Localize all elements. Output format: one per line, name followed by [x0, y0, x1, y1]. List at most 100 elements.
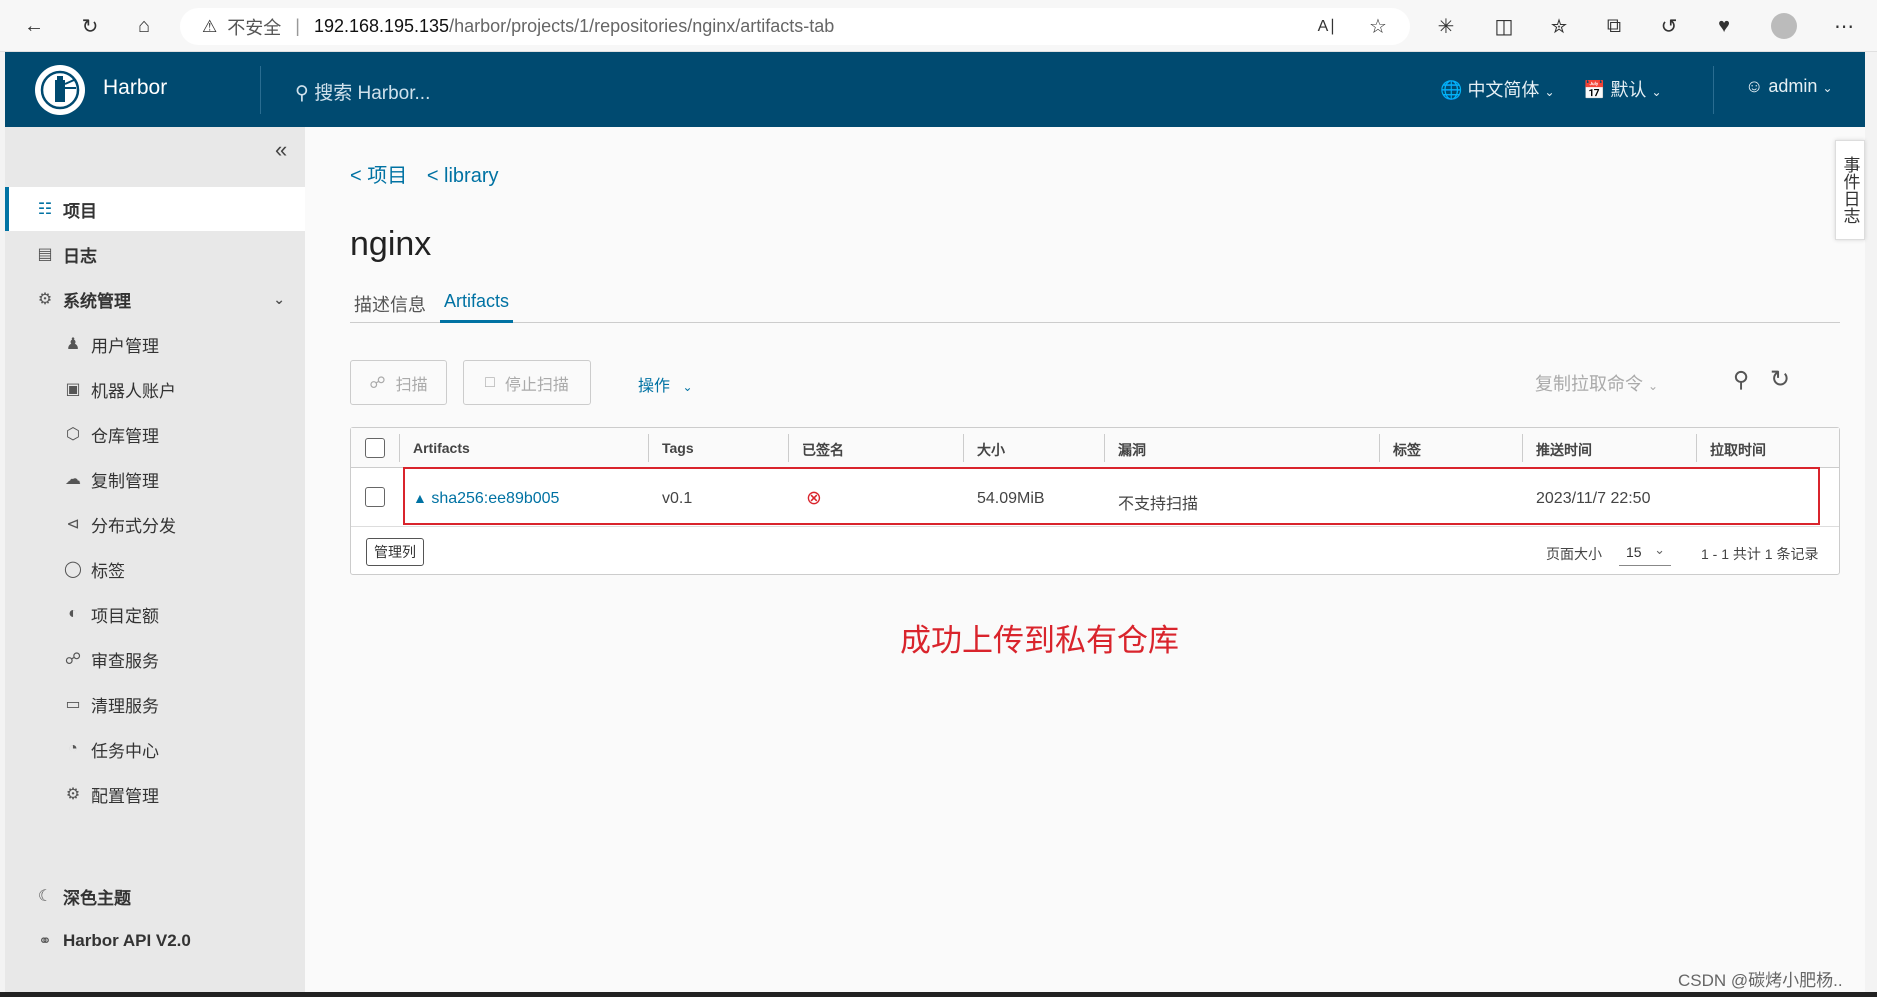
read-aloud-icon[interactable]: A∣: [1313, 12, 1341, 40]
url-host: 192.168.195.135: [313, 16, 450, 36]
collections-icon[interactable]: ⧉: [1600, 12, 1628, 40]
main-content: < 项目 < library nginx 描述信息 Artifacts ☍ 扫描…: [305, 127, 1865, 992]
projects-icon: ☷: [37, 201, 53, 218]
stop-scan-label: 停止扫描: [504, 376, 569, 394]
date-format-label: 默认: [1610, 80, 1647, 100]
sidebar-item-project-quotas[interactable]: ◐ 项目定额: [5, 592, 305, 636]
event-log-panel-tab[interactable]: 事件日志: [1835, 140, 1865, 240]
row-separator: [351, 526, 1839, 527]
home-icon[interactable]: ⌂: [130, 12, 158, 40]
col-vulnerabilities[interactable]: 漏洞: [1118, 440, 1146, 460]
split-screen-icon[interactable]: ◫: [1490, 12, 1518, 40]
col-artifacts[interactable]: Artifacts: [413, 440, 470, 456]
column-separator: [1522, 434, 1523, 462]
sidebar-item-users[interactable]: ♟ 用户管理: [5, 322, 305, 366]
chevron-down-icon: ⌄: [1648, 379, 1659, 393]
insecure-label: 不安全: [227, 17, 282, 38]
admin-icon: ⚙: [37, 291, 53, 308]
manage-columns-button[interactable]: 管理列: [366, 538, 424, 566]
sidebar-item-replications[interactable]: ☁ 复制管理: [5, 457, 305, 501]
sidebar-item-job-service[interactable]: ◔ 任务中心: [5, 727, 305, 771]
history-icon[interactable]: ↺: [1655, 12, 1683, 40]
column-separator: [963, 434, 964, 462]
brand-name[interactable]: Harbor: [103, 76, 167, 100]
profile-avatar-icon[interactable]: [1770, 12, 1798, 40]
column-separator: [648, 434, 649, 462]
col-size[interactable]: 大小: [977, 440, 1005, 460]
chevron-down-icon: ⌄: [1822, 81, 1833, 95]
page-size-select[interactable]: 15 ⌄: [1619, 538, 1671, 566]
breadcrumb-projects[interactable]: < 项目: [350, 165, 407, 187]
sidebar-item-distributions[interactable]: ⊲ 分布式分发: [5, 502, 305, 546]
chevron-down-icon: ⌄: [1544, 85, 1555, 99]
api-icon: ⚭: [38, 933, 52, 950]
refresh-icon[interactable]: ↻: [76, 12, 104, 40]
url-separator: |: [295, 16, 300, 36]
col-tags[interactable]: Tags: [662, 440, 694, 456]
chevron-down-icon: ⌄: [1654, 542, 1665, 557]
sidebar-item-label: 日志: [63, 246, 97, 266]
sidebar-item-projects[interactable]: ☷ 项目: [5, 187, 305, 231]
sidebar-item-label: 配置管理: [91, 786, 159, 806]
column-separator: [788, 434, 789, 462]
date-format-selector[interactable]: 📅 默认 ⌄: [1583, 76, 1662, 102]
sidebar-item-administration[interactable]: ⚙ 系统管理 ⌄: [5, 277, 305, 321]
sidebar-item-logs[interactable]: ▤ 日志: [5, 232, 305, 276]
dashboard-icon: ◔: [68, 740, 78, 757]
sidebar-item-configuration[interactable]: ⚙ 配置管理: [5, 772, 305, 816]
col-labels[interactable]: 标签: [1393, 440, 1421, 460]
sidebar-item-registries[interactable]: ⬡ 仓库管理: [5, 412, 305, 456]
sidebar-item-label: 仓库管理: [91, 426, 159, 446]
table-search-icon[interactable]: ⚲: [1733, 367, 1749, 393]
harbor-api-link[interactable]: ⚭ Harbor API V2.0: [5, 919, 305, 963]
favorite-star-icon[interactable]: ☆: [1364, 12, 1392, 40]
copy-pull-label: 复制拉取命令: [1535, 374, 1643, 394]
language-selector[interactable]: 🌐 中文简体 ⌄: [1440, 76, 1555, 102]
sidebar-item-clean-up[interactable]: ▭ 清理服务: [5, 682, 305, 726]
table-header: Artifacts Tags 已签名 大小 漏洞 标签 推送时间 拉取时间: [351, 428, 1839, 468]
health-icon[interactable]: ♥: [1710, 12, 1738, 40]
sidebar-item-label: 复制管理: [91, 471, 159, 491]
favorites-icon[interactable]: ✮: [1545, 12, 1573, 40]
harbor-logo-icon[interactable]: [35, 65, 85, 115]
scan-button[interactable]: ☍ 扫描: [350, 360, 447, 405]
sidebar-item-labels[interactable]: ◯ 标签: [5, 547, 305, 591]
back-icon[interactable]: ←: [20, 12, 48, 40]
moon-icon: ☾: [37, 888, 53, 905]
actions-dropdown[interactable]: 操作 ⌄: [638, 372, 693, 396]
extensions-icon[interactable]: ✳: [1432, 12, 1460, 40]
tab-artifacts[interactable]: Artifacts: [440, 287, 514, 323]
tab-info[interactable]: 描述信息: [350, 287, 430, 325]
sidebar-item-interrogation[interactable]: ☍ 审查服务: [5, 637, 305, 681]
sidebar-item-robot-accounts[interactable]: ▣ 机器人账户: [5, 367, 305, 411]
col-pull-time[interactable]: 拉取时间: [1710, 440, 1766, 460]
url-path: /harbor/projects/1/repositories/nginx/ar…: [449, 16, 835, 36]
col-push-time[interactable]: 推送时间: [1536, 440, 1592, 460]
global-search-input[interactable]: ⚲ 搜索 Harbor...: [295, 78, 430, 105]
column-separator: [1696, 434, 1697, 462]
user-menu[interactable]: ☺ admin ⌄: [1745, 76, 1833, 97]
address-bar[interactable]: ⚠ 不安全 | 192.168.195.135/harbor/projects/…: [180, 8, 1410, 45]
sidebar-item-label: 审查服务: [91, 651, 159, 671]
copy-pull-command-dropdown[interactable]: 复制拉取命令 ⌄: [1535, 370, 1658, 396]
table-refresh-icon[interactable]: ↻: [1770, 365, 1790, 394]
sidebar-item-label: 清理服务: [91, 696, 159, 716]
user-icon: ☺: [1745, 76, 1764, 96]
tab-bar: 描述信息 Artifacts: [350, 287, 1840, 323]
select-all-checkbox[interactable]: [365, 438, 385, 458]
cloud-icon: ☁: [65, 471, 81, 488]
search-placeholder: 搜索 Harbor...: [314, 83, 431, 104]
bottom-edge: [0, 992, 1877, 997]
dark-theme-toggle[interactable]: ☾ 深色主题: [5, 874, 305, 918]
row-checkbox[interactable]: [365, 487, 385, 507]
watermark: CSDN @碳烤小肥杨..: [1678, 971, 1843, 990]
stop-scan-button[interactable]: □ 停止扫描: [463, 360, 591, 405]
col-signed[interactable]: 已签名: [802, 440, 844, 460]
more-menu-icon[interactable]: ⋯: [1830, 12, 1858, 40]
box-icon: ⬡: [66, 426, 80, 443]
stop-icon: □: [485, 373, 495, 391]
column-separator: [1104, 434, 1105, 462]
collapse-sidebar-icon[interactable]: «: [275, 137, 287, 163]
sidebar-item-label: 用户管理: [91, 336, 159, 356]
breadcrumb-library[interactable]: < library: [427, 165, 499, 187]
